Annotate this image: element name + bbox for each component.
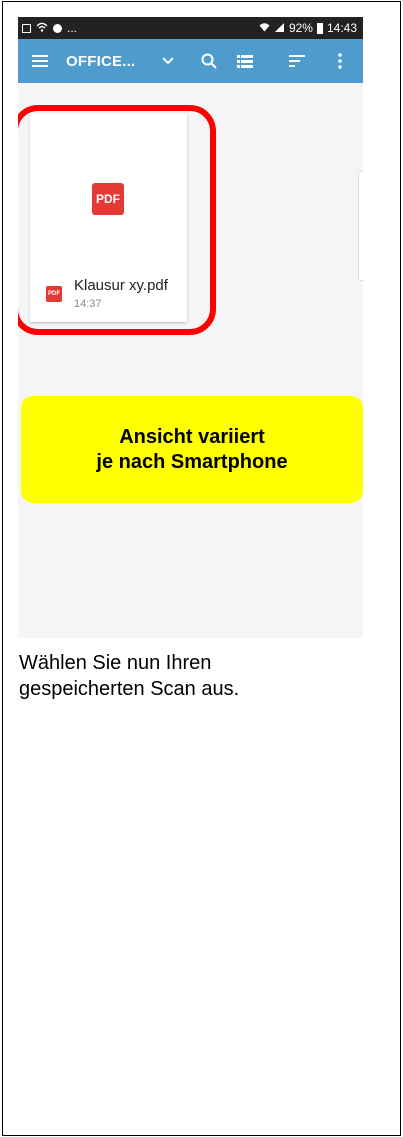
folder-title[interactable]: OFFICE... (66, 39, 135, 83)
image-icon (22, 23, 31, 33)
wifi-call-icon (36, 21, 48, 35)
status-time: 14:43 (326, 21, 357, 35)
menu-icon[interactable] (26, 39, 54, 83)
sort-icon[interactable] (284, 39, 310, 83)
callout-line-1: Ansicht variiert (119, 425, 265, 448)
red-highlight-frame (18, 105, 216, 335)
more-vert-icon[interactable] (330, 39, 350, 83)
info-callout: Ansicht variiert je nach Smartphone (21, 396, 363, 503)
callout-line-2: je nach Smartphone (96, 450, 288, 473)
app-toolbar: OFFICE... (18, 39, 363, 83)
instruction-line-2: gespeicherten Scan aus. (19, 678, 240, 700)
search-icon[interactable] (196, 39, 222, 83)
phone-screenshot: ... 92% 14:43 OFFICE... PDF PDF Klausur … (18, 17, 363, 638)
battery-icon (316, 22, 323, 34)
instruction-text: Wählen Sie nun Ihren gespeicherten Scan … (19, 650, 379, 702)
status-bar: ... 92% 14:43 (18, 17, 363, 39)
next-file-card-edge[interactable] (358, 171, 363, 281)
battery-percent: 92% (288, 21, 313, 35)
more-notifications-text: ... (67, 21, 78, 35)
notification-dot-icon (53, 23, 62, 33)
wifi-icon (259, 21, 270, 35)
signal-icon (274, 21, 285, 35)
chevron-down-icon[interactable] (156, 39, 180, 83)
list-view-icon[interactable] (232, 39, 258, 83)
instruction-line-1: Wählen Sie nun Ihren (19, 652, 212, 674)
